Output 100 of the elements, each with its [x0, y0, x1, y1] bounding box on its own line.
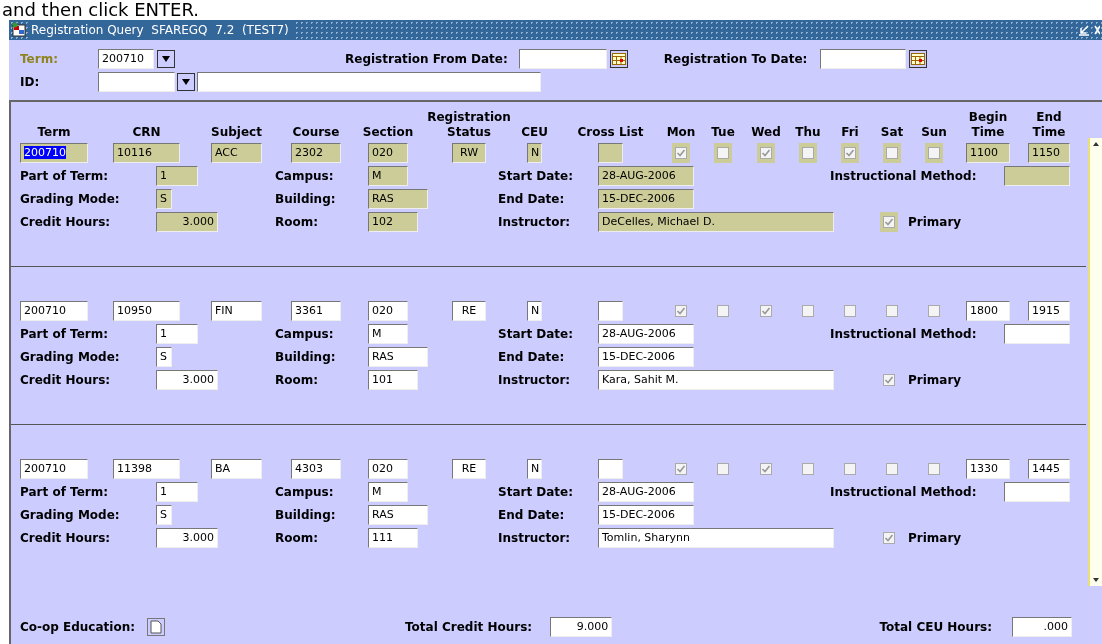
- input-field[interactable]: S: [156, 189, 172, 209]
- input-field[interactable]: ACC: [211, 143, 262, 163]
- input-field[interactable]: [98, 71, 175, 92]
- input-field[interactable]: 2302: [291, 143, 341, 163]
- input-field[interactable]: 200710: [20, 301, 88, 321]
- input-field[interactable]: 102: [368, 212, 418, 232]
- input-field[interactable]: 3.000: [156, 212, 218, 232]
- checkbox[interactable]: [799, 143, 817, 163]
- input-field[interactable]: 101: [368, 370, 418, 390]
- column-header: Cross List: [577, 125, 644, 140]
- input-field[interactable]: 1445: [1028, 459, 1070, 479]
- input-field[interactable]: 3.000: [156, 370, 218, 390]
- input-field[interactable]: 1100: [966, 143, 1010, 163]
- input-field[interactable]: [518, 48, 607, 69]
- column-header: Sat: [880, 125, 904, 140]
- input-field[interactable]: M: [368, 482, 408, 502]
- input-field[interactable]: N: [527, 143, 542, 163]
- input-field[interactable]: 4303: [291, 459, 341, 479]
- input-field[interactable]: 020: [368, 459, 408, 479]
- input-field[interactable]: [1004, 166, 1070, 186]
- input-field[interactable]: 200710: [20, 143, 88, 163]
- calendar-button[interactable]: [909, 49, 928, 68]
- input-field[interactable]: 200710: [20, 459, 88, 479]
- input-field[interactable]: 1330: [966, 459, 1010, 479]
- input-field[interactable]: 1: [156, 166, 198, 186]
- field-label: Building:: [275, 191, 336, 208]
- input-field[interactable]: 1: [156, 324, 198, 344]
- input-field[interactable]: 15-DEC-2006: [598, 505, 694, 525]
- check-icon: [676, 148, 686, 158]
- checkbox[interactable]: [841, 143, 859, 163]
- checkbox[interactable]: [757, 143, 775, 163]
- input-field[interactable]: 3.000: [156, 528, 218, 548]
- input-field[interactable]: BA: [211, 459, 262, 479]
- dropdown-button[interactable]: [157, 49, 175, 68]
- input-field[interactable]: RE: [452, 301, 486, 321]
- input-field[interactable]: RW: [452, 143, 486, 163]
- field-label: Campus:: [275, 168, 334, 185]
- input-field[interactable]: [820, 48, 907, 69]
- field-label: Registration From Date:: [345, 50, 508, 68]
- input-field[interactable]: RAS: [368, 347, 428, 367]
- input-field[interactable]: N: [527, 301, 542, 321]
- input-field[interactable]: 10116: [113, 143, 180, 163]
- input-field[interactable]: S: [156, 505, 172, 525]
- input-field[interactable]: 111: [368, 528, 418, 548]
- input-field[interactable]: RE: [452, 459, 486, 479]
- input-field[interactable]: [197, 71, 541, 92]
- input-field[interactable]: 200710: [98, 48, 154, 69]
- input-field[interactable]: 9.000: [550, 617, 613, 637]
- field-label: Total Credit Hours:: [405, 619, 533, 636]
- minimize-icon[interactable]: [1078, 24, 1090, 36]
- input-field[interactable]: .000: [1012, 617, 1072, 637]
- field-label: Primary: [908, 530, 962, 547]
- document-button[interactable]: [147, 618, 166, 636]
- input-field[interactable]: 020: [368, 301, 408, 321]
- input-field[interactable]: M: [368, 166, 408, 186]
- field-label: Part of Term:: [20, 326, 108, 343]
- scrollbar[interactable]: [1088, 138, 1102, 586]
- calendar-button[interactable]: [609, 49, 628, 68]
- input-field[interactable]: 020: [368, 143, 408, 163]
- field-label: Instructional Method:: [830, 484, 978, 501]
- input-field[interactable]: S: [156, 347, 172, 367]
- input-field[interactable]: [1004, 482, 1070, 502]
- input-field[interactable]: 10950: [113, 301, 180, 321]
- checkbox[interactable]: [883, 143, 901, 163]
- input-field[interactable]: 28-AUG-2006: [598, 324, 694, 344]
- input-field[interactable]: 1915: [1028, 301, 1070, 321]
- field-label: Credit Hours:: [20, 372, 111, 389]
- input-field[interactable]: 28-AUG-2006: [598, 166, 694, 186]
- column-header: Fri: [841, 125, 859, 140]
- input-field[interactable]: Tomlin, Sharynn: [598, 528, 834, 548]
- field-label: Campus:: [275, 484, 334, 501]
- field-label: Room:: [275, 214, 319, 231]
- checkbox[interactable]: [672, 143, 690, 163]
- input-field[interactable]: 15-DEC-2006: [598, 189, 694, 209]
- input-field[interactable]: 28-AUG-2006: [598, 482, 694, 502]
- input-field[interactable]: N: [527, 459, 542, 479]
- field-label: Start Date:: [498, 168, 574, 185]
- input-field[interactable]: [598, 143, 623, 163]
- field-label: Primary: [908, 214, 962, 231]
- dropdown-button[interactable]: [177, 72, 195, 91]
- input-field[interactable]: RAS: [368, 505, 428, 525]
- input-field[interactable]: FIN: [211, 301, 262, 321]
- input-field[interactable]: [598, 459, 623, 479]
- input-field[interactable]: Kara, Sahit M.: [598, 370, 834, 390]
- checkbox[interactable]: [880, 212, 898, 232]
- input-field[interactable]: [1004, 324, 1070, 344]
- input-field[interactable]: RAS: [368, 189, 428, 209]
- input-field[interactable]: 1150: [1028, 143, 1070, 163]
- input-field[interactable]: 15-DEC-2006: [598, 347, 694, 367]
- input-field[interactable]: M: [368, 324, 408, 344]
- input-field[interactable]: 3361: [291, 301, 341, 321]
- input-field[interactable]: 1800: [966, 301, 1010, 321]
- checkbox[interactable]: [714, 143, 732, 163]
- input-field[interactable]: DeCelles, Michael D.: [598, 212, 834, 232]
- input-field[interactable]: 11398: [113, 459, 180, 479]
- close-icon[interactable]: [1094, 24, 1100, 36]
- input-field[interactable]: [598, 301, 623, 321]
- field-label: Instructor:: [498, 530, 571, 547]
- input-field[interactable]: 1: [156, 482, 198, 502]
- checkbox[interactable]: [925, 143, 943, 163]
